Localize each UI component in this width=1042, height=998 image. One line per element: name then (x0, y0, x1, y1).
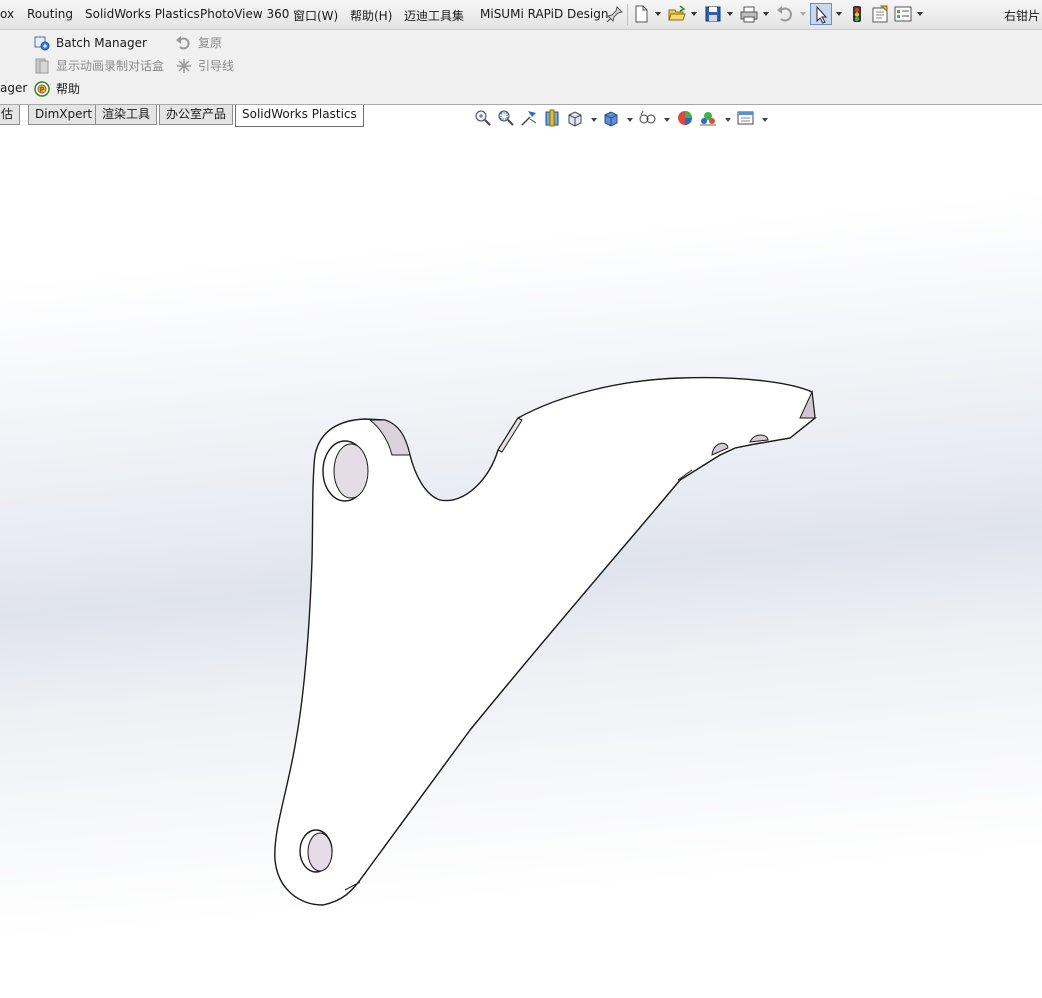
view-orientation-dropdown[interactable] (591, 118, 597, 122)
pin-icon[interactable] (606, 5, 624, 23)
save-icon[interactable] (704, 5, 722, 23)
animation-dialog-label: 显示动画录制对话盒 (56, 59, 165, 73)
document-title: 右钳片 (1003, 9, 1040, 23)
hide-show-items-icon[interactable] (638, 109, 656, 127)
restore-undo-icon (176, 35, 190, 49)
file-properties-icon[interactable] (871, 5, 889, 23)
undo-icon[interactable] (776, 5, 794, 23)
options-dropdown-arrow[interactable] (917, 12, 923, 16)
previous-view-icon[interactable] (520, 109, 538, 127)
menu-item-solidworks-plastics[interactable]: SolidWorks Plastics (85, 7, 200, 21)
leader-line-icon (177, 58, 191, 73)
print-dropdown-arrow[interactable] (763, 12, 769, 16)
heads-up-view-toolbar (472, 109, 772, 129)
undo-dropdown-arrow[interactable] (800, 12, 806, 16)
apply-scene-icon[interactable] (699, 109, 717, 127)
cursor-arrow-icon (816, 6, 828, 24)
new-dropdown-arrow[interactable] (655, 12, 661, 16)
zoom-to-fit-icon[interactable] (474, 109, 492, 127)
menu-item-routing[interactable]: Routing (27, 7, 73, 21)
edit-appearance-icon[interactable] (676, 109, 694, 127)
select-dropdown-arrow[interactable] (836, 12, 842, 16)
menu-item-window[interactable]: 窗口(W) (293, 7, 338, 24)
tab-solidworks-plastics[interactable]: SolidWorks Plastics (235, 105, 364, 127)
display-style-dropdown[interactable] (627, 118, 633, 122)
tab-dimxpert[interactable]: DimXpert (28, 105, 100, 125)
menu-bar: ox Routing SolidWorks Plastics PhotoView… (0, 0, 1042, 30)
batch-manager-label: Batch Manager (56, 36, 147, 50)
help-button[interactable]: P 帮助 (34, 80, 80, 97)
tab-evaluate[interactable]: 估 (0, 105, 21, 125)
leader-line-button[interactable]: 引导线 (176, 57, 234, 74)
tab-office-products[interactable]: 办公室产品 (159, 105, 234, 125)
leader-line-label: 引导线 (198, 59, 235, 73)
restore-button[interactable]: 复原 (176, 34, 222, 51)
tab-render-tools[interactable]: 渲染工具 (95, 105, 158, 125)
view-settings-icon[interactable] (737, 109, 755, 127)
zoom-to-area-icon[interactable] (497, 109, 515, 127)
view-orientation-icon[interactable] (566, 109, 584, 127)
batch-manager-button[interactable]: Batch Manager (34, 35, 147, 51)
restore-label: 复原 (198, 36, 223, 50)
menu-item-toolbox[interactable]: ox (0, 7, 14, 21)
apply-scene-dropdown[interactable] (725, 118, 731, 122)
upper-hole-inner (333, 443, 369, 499)
hide-show-dropdown[interactable] (664, 118, 670, 122)
batch-manager-icon (34, 36, 50, 51)
part-model[interactable] (0, 105, 1042, 998)
menu-item-misumi[interactable]: MiSUMi RAPiD Design (480, 7, 608, 21)
section-view-icon[interactable] (543, 109, 561, 127)
open-folder-icon[interactable] (668, 5, 686, 23)
graphics-viewport[interactable] (0, 105, 1042, 998)
menu-item-photoview[interactable]: PhotoView 360 (200, 7, 289, 21)
toolbar-separator (627, 4, 628, 25)
rebuild-traffic-light-icon[interactable] (848, 5, 866, 23)
svg-text:P: P (40, 86, 44, 94)
manager-button[interactable]: ager (0, 81, 27, 95)
manager-partial-label: ager (0, 81, 28, 95)
command-manager: Batch Manager 复原 显示动画录制对话盒 引导线 ager P 帮助 (0, 30, 1042, 105)
help-icon: P (34, 80, 50, 97)
open-dropdown-arrow[interactable] (691, 12, 697, 16)
view-settings-dropdown[interactable] (762, 118, 768, 122)
help-label: 帮助 (56, 82, 81, 96)
display-style-icon[interactable] (602, 109, 620, 127)
save-dropdown-arrow[interactable] (727, 12, 733, 16)
animation-film-icon (35, 58, 49, 73)
new-document-icon[interactable] (632, 5, 650, 23)
menu-item-maidi-tools[interactable]: 迈迪工具集 (404, 7, 464, 24)
print-icon[interactable] (740, 5, 758, 23)
menu-item-help[interactable]: 帮助(H) (350, 7, 392, 24)
select-button[interactable] (810, 3, 832, 25)
lower-hole-inner (307, 832, 333, 872)
animation-dialog-button[interactable]: 显示动画录制对话盒 (34, 57, 164, 74)
options-checklist-icon[interactable] (894, 5, 912, 23)
